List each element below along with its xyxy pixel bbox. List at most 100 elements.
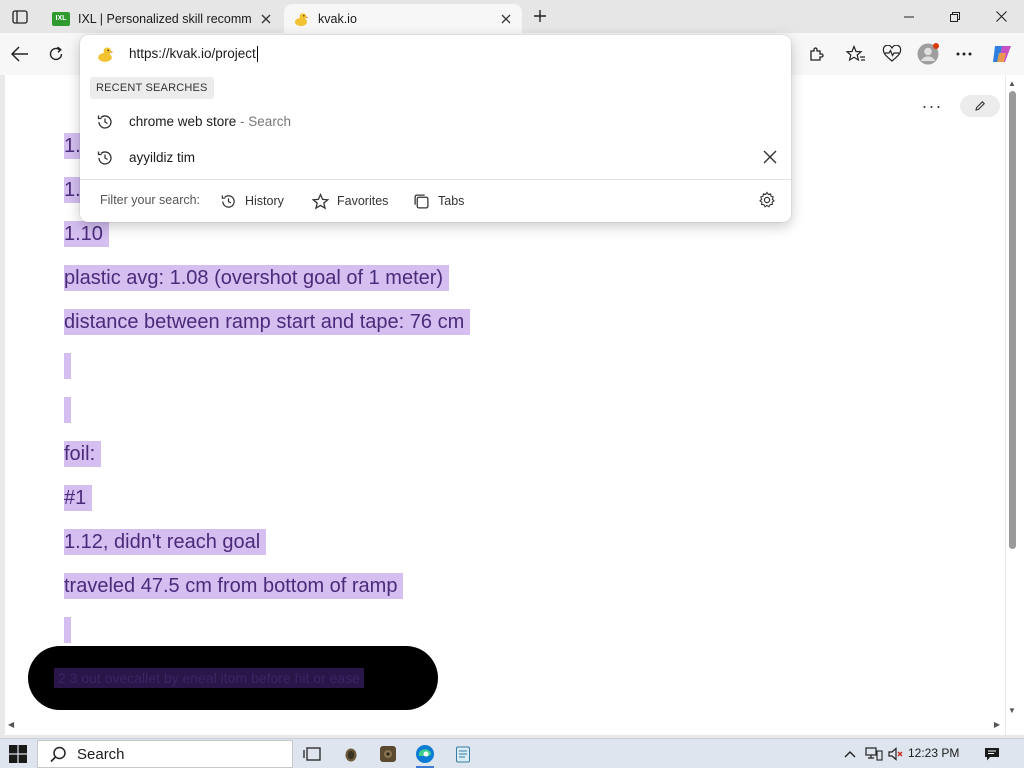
document-line: 1.10 xyxy=(64,221,109,247)
tab-actions-icon[interactable] xyxy=(8,6,32,28)
tab-title: IXL | Personalized skill recommendations xyxy=(78,11,252,26)
taskbar-app-edge[interactable] xyxy=(410,742,440,768)
tortoise-app-icon xyxy=(345,748,357,762)
restore-button[interactable] xyxy=(932,0,978,33)
scroll-up-icon[interactable]: ▲ xyxy=(1008,79,1016,88)
task-view-icon xyxy=(303,747,321,761)
document-line: foil: xyxy=(64,441,102,467)
history-icon xyxy=(97,115,112,129)
document-line xyxy=(64,397,71,423)
address-bar-dropdown: https://kvak.io/project RECENT SEARCHES … xyxy=(80,35,791,222)
document-line xyxy=(64,353,71,379)
chevron-up-icon xyxy=(844,751,856,758)
suggestion-subtext: - Search xyxy=(236,113,292,129)
reload-button[interactable] xyxy=(42,40,70,68)
filter-tabs-button[interactable]: Tabs xyxy=(413,190,464,212)
show-hidden-icons-button[interactable] xyxy=(840,739,860,768)
heart-pulse-icon xyxy=(882,45,902,62)
scroll-left-icon[interactable]: ◀ xyxy=(8,720,14,729)
recent-searches-header: RECENT SEARCHES xyxy=(90,77,214,99)
network-button[interactable] xyxy=(863,739,885,768)
document-line: 1.12, didn't reach goal xyxy=(64,529,267,555)
taskbar-search-box[interactable]: Search xyxy=(37,740,293,768)
windows-logo-icon xyxy=(9,745,27,763)
taskbar-app-game[interactable] xyxy=(373,742,403,766)
new-tab-button[interactable] xyxy=(528,5,552,27)
taskbar-app-tortoise[interactable] xyxy=(336,742,366,766)
close-tab-icon[interactable] xyxy=(498,11,514,27)
notification-icon xyxy=(985,747,999,760)
document-line: traveled 47.5 cm from bottom of ramp xyxy=(64,573,404,599)
star-list-icon xyxy=(846,45,865,62)
tab-kvak[interactable]: kvak.io xyxy=(284,4,522,33)
tabs-icon xyxy=(414,193,429,209)
duck-site-icon xyxy=(96,45,114,63)
suggestion-text: chrome web store xyxy=(129,113,237,129)
text-caret xyxy=(256,46,258,63)
plus-icon xyxy=(534,10,546,22)
filter-tabs-label: Tabs xyxy=(438,194,465,208)
address-input[interactable]: https://kvak.io/project xyxy=(129,45,258,63)
copilot-icon xyxy=(993,46,1011,62)
tab-title: kvak.io xyxy=(318,11,357,26)
divider xyxy=(80,179,791,180)
tab-strip: IXL IXL | Personalized skill recommendat… xyxy=(0,0,1024,33)
extensions-button[interactable] xyxy=(802,40,830,68)
covered-line: 2 3 out ovecallet by eneal itom before h… xyxy=(54,668,364,688)
close-tab-icon[interactable] xyxy=(258,11,274,27)
notifications-button[interactable] xyxy=(980,739,1004,768)
taskbar-app-notepad[interactable] xyxy=(448,742,478,766)
profile-button[interactable] xyxy=(914,40,942,68)
suggestion-item[interactable]: chrome web store - Search xyxy=(80,104,791,138)
close-window-button[interactable] xyxy=(978,0,1024,33)
history-icon xyxy=(221,194,235,208)
favorites-button[interactable] xyxy=(842,40,870,68)
volume-muted-icon xyxy=(888,747,903,761)
url-text: https://kvak.io/project xyxy=(129,46,256,61)
arrow-left-icon xyxy=(11,46,28,62)
system-clock[interactable]: 12:23 PM xyxy=(908,746,959,760)
network-wired-icon xyxy=(865,747,883,761)
ixl-logo: IXL xyxy=(52,11,70,26)
address-bar[interactable]: https://kvak.io/project xyxy=(80,35,791,73)
document-line xyxy=(64,617,71,643)
ixl-favicon-icon: IXL xyxy=(52,11,70,27)
browser-essentials-button[interactable] xyxy=(878,40,906,68)
notepad-icon xyxy=(456,746,470,763)
edit-pencil-button[interactable] xyxy=(960,95,1000,117)
filter-history-button[interactable]: History xyxy=(220,190,284,212)
tab-ixl[interactable]: IXL IXL | Personalized skill recommendat… xyxy=(44,4,282,33)
edge-icon xyxy=(416,745,434,763)
task-view-button[interactable] xyxy=(297,742,327,766)
volume-button[interactable] xyxy=(886,739,906,768)
reload-icon xyxy=(49,46,63,61)
document-line: plastic avg: 1.08 (overshot goal of 1 me… xyxy=(64,265,450,291)
filter-favorites-label: Favorites xyxy=(337,194,389,208)
scroll-right-icon[interactable]: ▶ xyxy=(994,720,1000,729)
ellipsis-icon xyxy=(956,52,972,56)
scrollbar-thumb[interactable] xyxy=(1009,91,1016,549)
back-button[interactable] xyxy=(6,40,34,68)
gear-icon xyxy=(759,191,775,208)
document-line: #1 xyxy=(64,485,93,511)
filter-history-label: History xyxy=(245,194,284,208)
windows-taskbar: Search 12:23 PM xyxy=(0,738,1024,768)
settings-more-button[interactable] xyxy=(950,40,978,68)
document-line: distance between ramp start and tape: 76… xyxy=(64,309,471,335)
filter-favorites-button[interactable]: Favorites xyxy=(312,190,388,212)
start-button[interactable] xyxy=(6,743,30,765)
horizontal-scrollbar[interactable]: ◀ ▶ xyxy=(5,717,1005,735)
vertical-scrollbar[interactable]: ▲ ▼ xyxy=(1006,75,1024,735)
game-app-icon xyxy=(380,746,396,762)
star-icon xyxy=(312,192,329,210)
remove-suggestion-icon[interactable] xyxy=(762,149,778,165)
suggestion-item[interactable]: ayyildiz tim xyxy=(80,140,791,174)
search-icon xyxy=(50,746,66,762)
copilot-button[interactable] xyxy=(988,40,1016,68)
minimize-button[interactable] xyxy=(886,0,932,33)
search-settings-button[interactable] xyxy=(758,191,778,211)
pencil-icon xyxy=(975,101,985,111)
scroll-down-icon[interactable]: ▼ xyxy=(1008,706,1016,715)
puzzle-icon xyxy=(810,47,824,61)
document-more-button[interactable]: ··· xyxy=(918,96,946,116)
